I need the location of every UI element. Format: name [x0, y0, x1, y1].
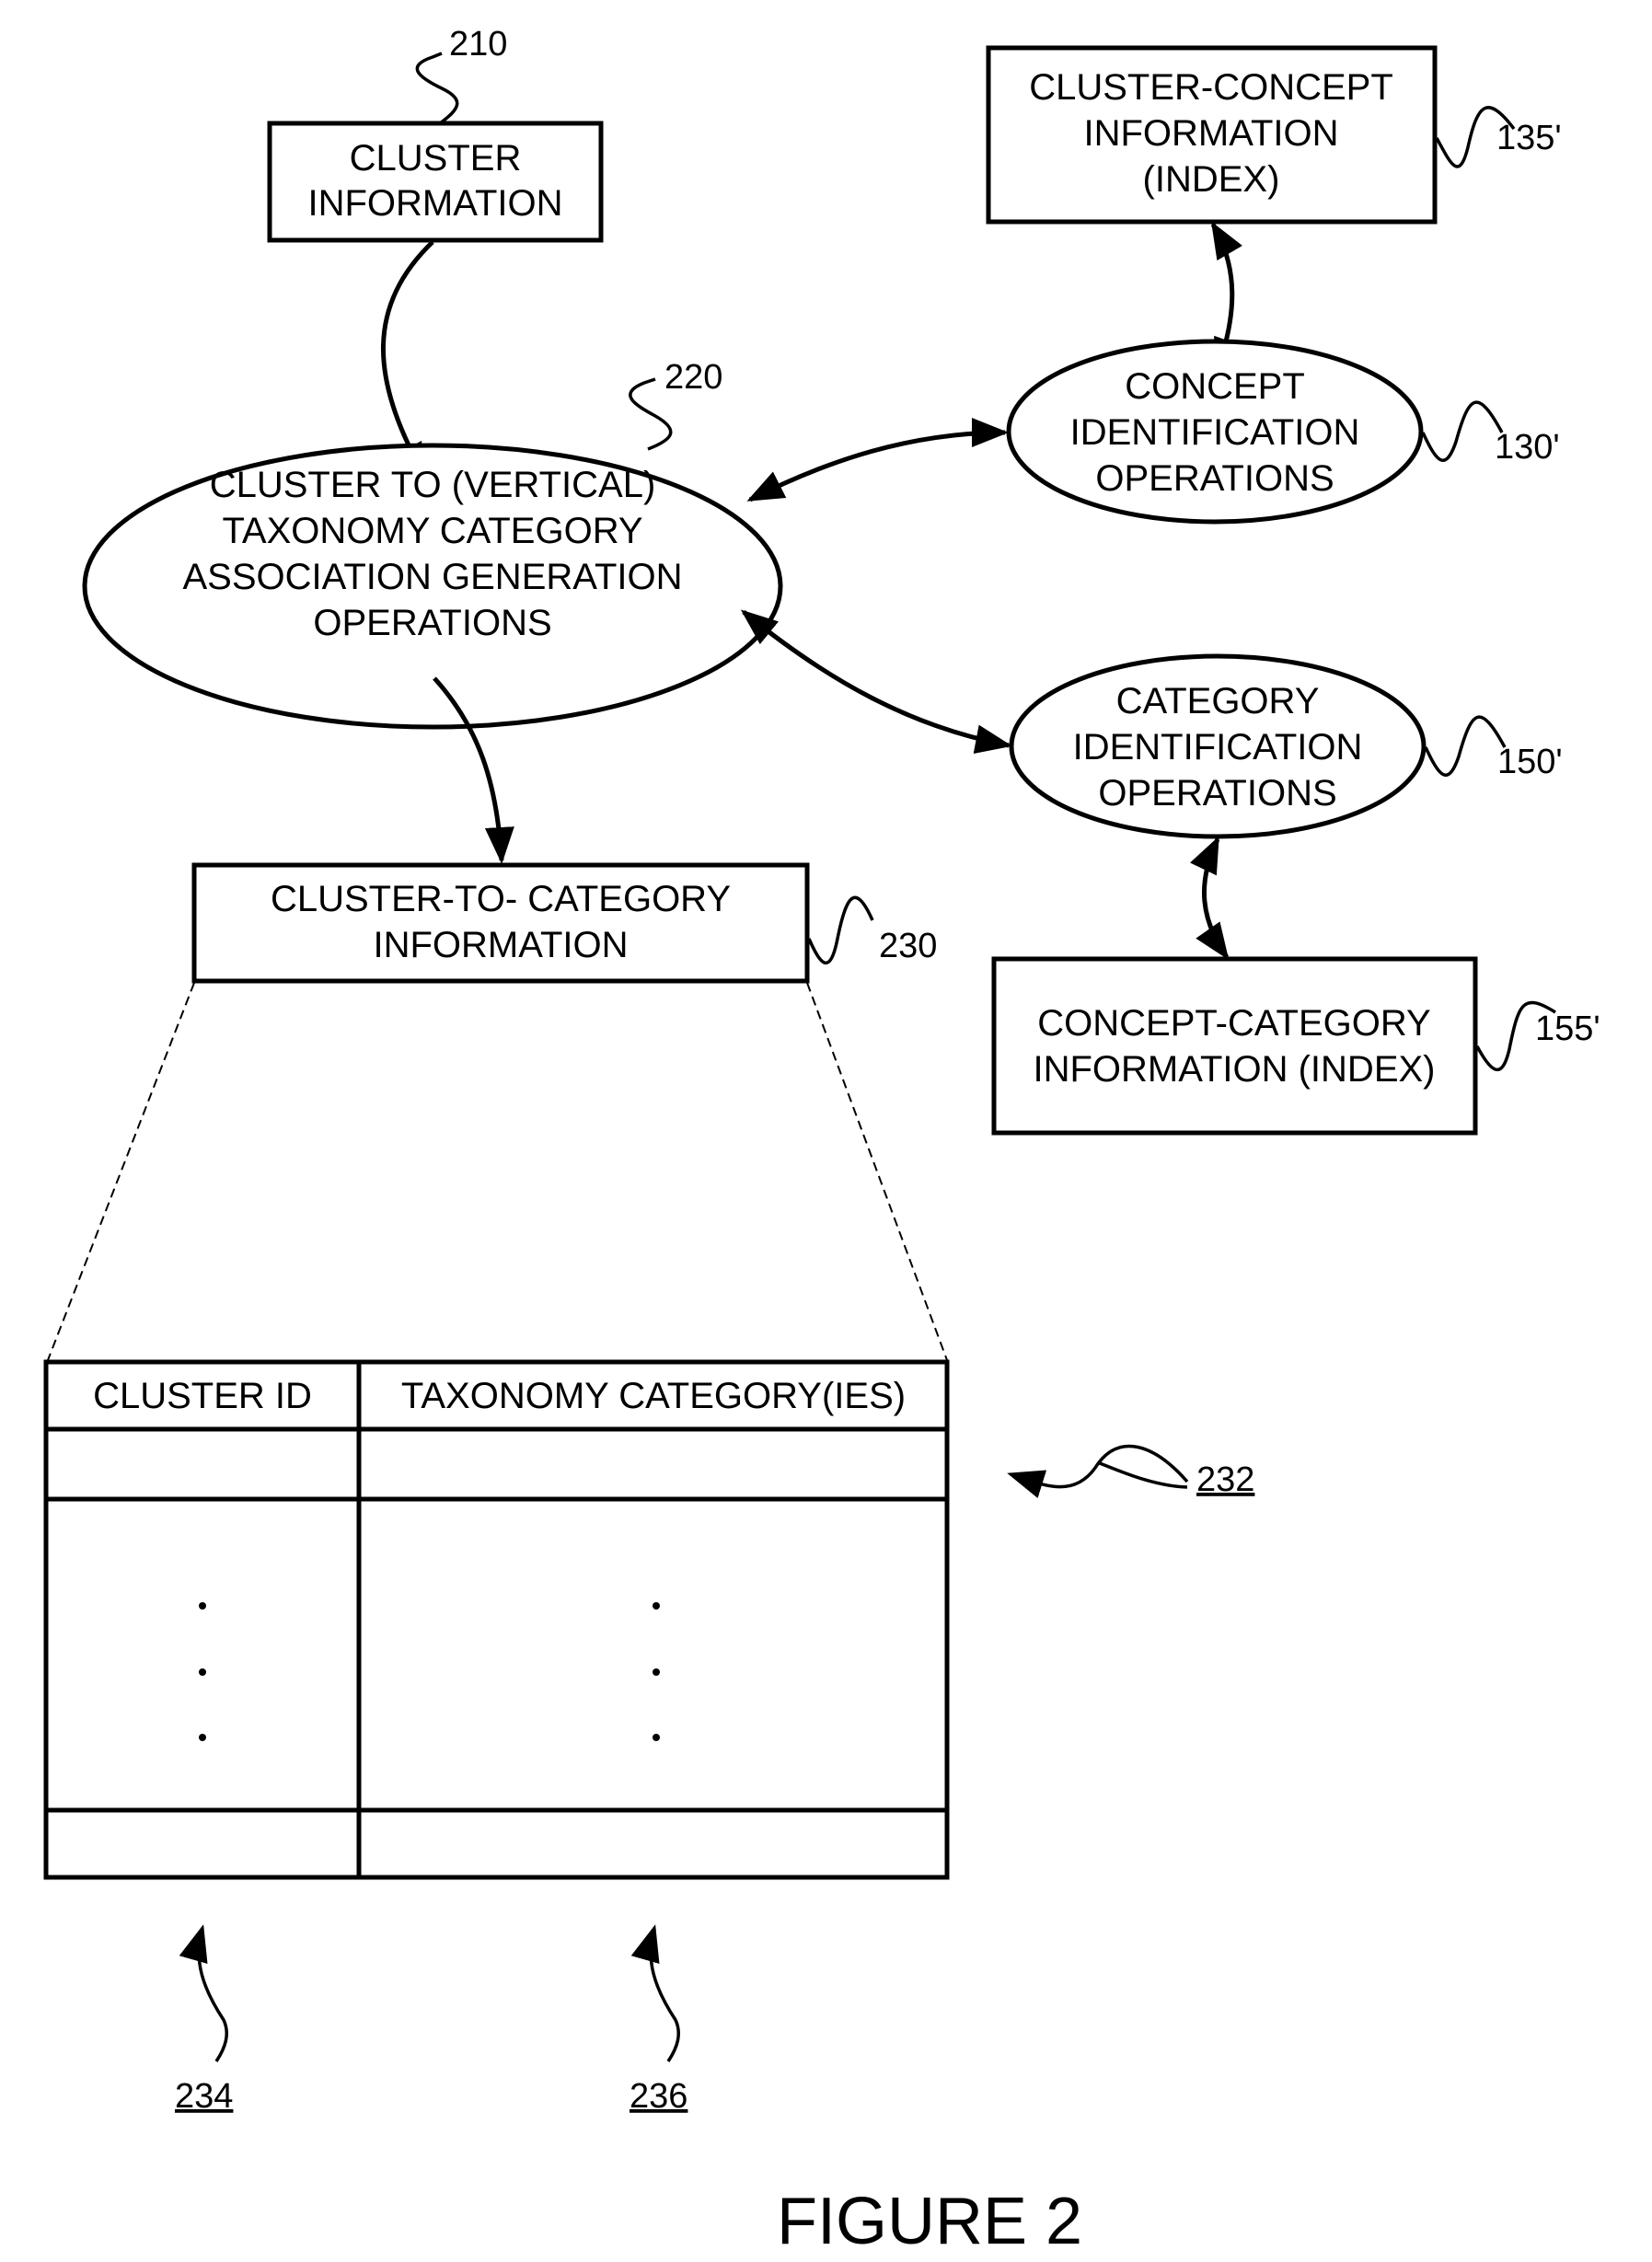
ref-234: 234: [175, 2077, 233, 2116]
ref-130: 130': [1495, 428, 1560, 467]
ref-leader-234: [179, 1924, 228, 2062]
category-identification-node: CATEGORY IDENTIFICATION OPERATIONS: [1009, 653, 1427, 839]
association-operations-line-2: TAXONOMY CATEGORY: [222, 511, 642, 551]
arrow-assoc-concept-ops: [746, 418, 1009, 502]
ref-leader-230: [807, 895, 874, 964]
ref-230: 230: [879, 927, 937, 965]
association-operations-line-1: CLUSTER TO (VERTICAL): [210, 465, 656, 505]
ref-236: 236: [630, 2077, 687, 2116]
concept-category-node: CONCEPT-CATEGORY INFORMATION (INDEX): [991, 956, 1478, 1136]
ref-150: 150': [1497, 743, 1563, 781]
figure-2-diagram: CLUSTER INFORMATION 210 CLUSTER TO (VERT…: [43, 25, 1600, 2258]
ref-135: 135': [1496, 119, 1562, 157]
cluster-to-category-node: CLUSTER-TO- CATEGORY INFORMATION: [191, 862, 810, 984]
ref-155: 155': [1535, 1010, 1600, 1048]
arrow-assoc-category-ops: [740, 609, 1012, 755]
figure-caption: FIGURE 2: [777, 2185, 1082, 2258]
ref-leader-210: [415, 52, 459, 125]
expansion-line-left: [47, 982, 195, 1361]
cluster-to-category-line-1: CLUSTER-TO- CATEGORY: [271, 879, 731, 919]
ref-leader-236: [630, 1924, 680, 2062]
ref-210: 210: [449, 25, 507, 63]
ref-leader-232: [1007, 1444, 1189, 1499]
concept-category-line-2: INFORMATION (INDEX): [1033, 1049, 1435, 1090]
arrow-cluster-info-to-assoc: [381, 240, 434, 480]
concept-identification-line-1: CONCEPT: [1125, 366, 1305, 407]
concept-identification-node: CONCEPT IDENTIFICATION OPERATIONS: [1006, 339, 1424, 525]
ref-leader-150: [1424, 715, 1507, 777]
cluster-concept-line-2: INFORMATION: [1083, 113, 1338, 154]
cluster-category-table: CLUSTER ID TAXONOMY CATEGORY(IES): [43, 1359, 950, 1880]
table-header-taxonomy-categories: TAXONOMY CATEGORY(IES): [401, 1376, 906, 1416]
cluster-information-line-2: INFORMATION: [307, 183, 562, 224]
association-operations-line-3: ASSOCIATION GENERATION: [182, 557, 682, 597]
cluster-information-line-1: CLUSTER: [350, 138, 522, 179]
category-identification-line-2: IDENTIFICATION: [1073, 727, 1363, 767]
ref-leader-130: [1421, 400, 1504, 462]
concept-identification-line-2: IDENTIFICATION: [1070, 412, 1360, 453]
concept-identification-line-3: OPERATIONS: [1095, 458, 1334, 499]
category-identification-line-3: OPERATIONS: [1098, 773, 1336, 814]
category-identification-line-1: CATEGORY: [1116, 681, 1320, 721]
expansion-line-right: [806, 982, 948, 1361]
association-operations-node: CLUSTER TO (VERTICAL) TAXONOMY CATEGORY …: [82, 443, 783, 730]
ref-220: 220: [664, 358, 722, 397]
association-operations-line-4: OPERATIONS: [313, 603, 551, 643]
cluster-concept-node: CLUSTER-CONCEPT INFORMATION (INDEX): [986, 45, 1438, 225]
cluster-concept-line-1: CLUSTER-CONCEPT: [1029, 67, 1393, 108]
concept-category-line-1: CONCEPT-CATEGORY: [1037, 1003, 1430, 1044]
cluster-to-category-line-2: INFORMATION: [373, 925, 628, 965]
ref-232: 232: [1196, 1460, 1254, 1499]
cluster-concept-line-3: (INDEX): [1143, 159, 1280, 200]
cluster-information-node: CLUSTER INFORMATION: [267, 121, 604, 243]
arrow-category-ops-concept-category: [1190, 836, 1230, 961]
table-header-cluster-id: CLUSTER ID: [93, 1376, 312, 1416]
